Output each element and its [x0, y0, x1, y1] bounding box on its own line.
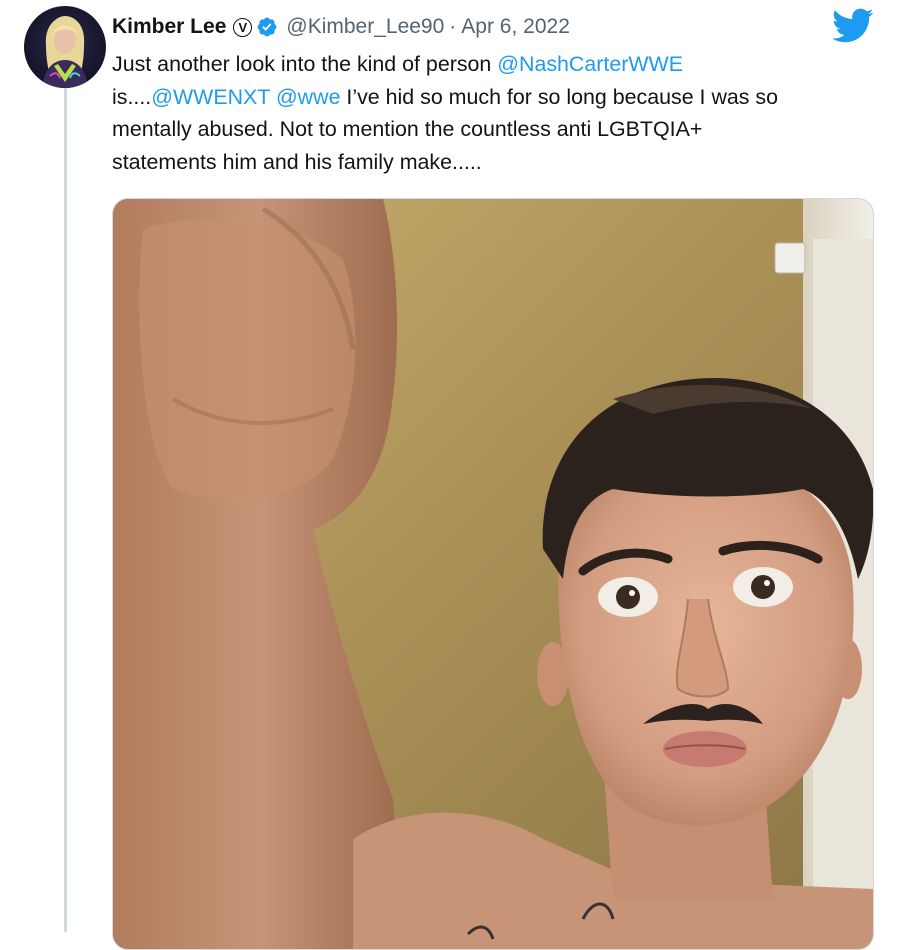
separator-dot: ·: [449, 15, 457, 38]
mention-link[interactable]: @WWENXT: [151, 85, 270, 109]
circled-v-icon: V: [233, 17, 253, 37]
tweet-text-line-3: mentally abused. Not to mention the coun…: [112, 117, 703, 141]
tweet-text-segment: I’ve hid so much for so long because I w…: [340, 84, 779, 109]
tweet-text-segment: is....: [112, 84, 152, 109]
mention-link[interactable]: @NashCarterWWE: [497, 52, 683, 76]
tweet-card: Kimber Lee V @Kimber_Lee90 · Apr 6, 2022…: [0, 0, 900, 950]
avatar[interactable]: [24, 6, 106, 88]
tweet-date[interactable]: Apr 6, 2022: [461, 15, 570, 39]
tweet-text-segment: Just another look into the kind of perso…: [112, 52, 498, 76]
tweet-text-line-4: statements him and his family make.....: [112, 149, 482, 174]
user-handle[interactable]: @Kimber_Lee90: [286, 15, 444, 39]
tweet-media-photo[interactable]: [112, 198, 874, 950]
tweet-text: Just another look into the kind of perso…: [112, 48, 882, 178]
twitter-bird-icon[interactable]: [832, 8, 874, 44]
verified-badge-icon: [256, 16, 278, 38]
thread-line: [64, 86, 67, 932]
mention-link[interactable]: @wwe: [276, 85, 341, 109]
tweet-header: Kimber Lee V @Kimber_Lee90 · Apr 6, 2022: [112, 10, 570, 44]
tweet-text-line-1: Just another look into the kind of perso…: [112, 48, 882, 81]
tweet-text-line-2: is....@WWENXT @wwe I’ve hid so much for …: [112, 81, 882, 114]
display-name[interactable]: Kimber Lee: [112, 15, 226, 39]
